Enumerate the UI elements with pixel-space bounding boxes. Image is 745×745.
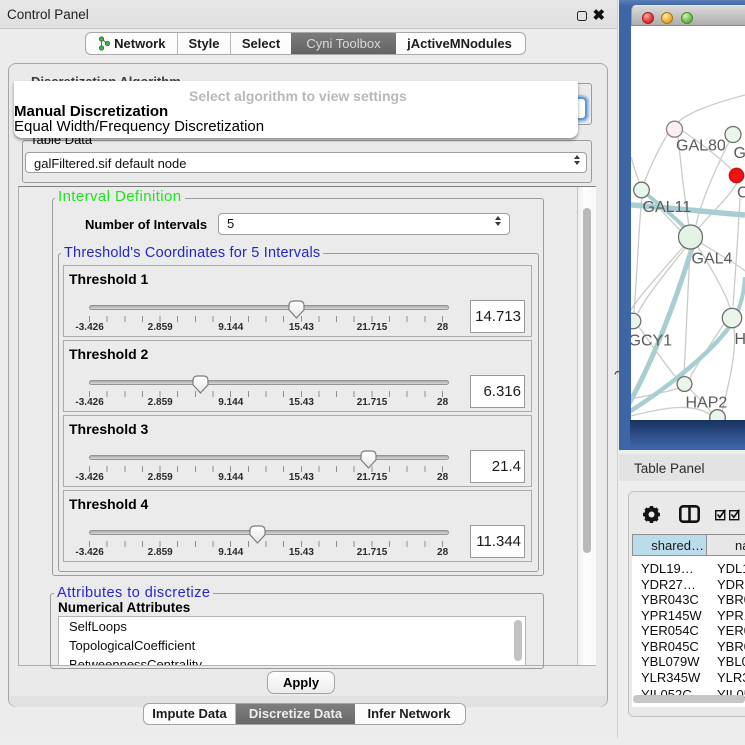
- svg-text:HAP2: HAP2: [686, 395, 728, 412]
- svg-text:GAL11: GAL11: [643, 199, 692, 216]
- svg-text:GA: GA: [734, 145, 745, 162]
- svg-text:GAL80: GAL80: [676, 138, 726, 155]
- svg-text:H: H: [735, 331, 745, 348]
- svg-text:GCY1: GCY1: [631, 333, 672, 350]
- svg-text:GAL4: GAL4: [692, 251, 733, 268]
- svg-text:CY: CY: [737, 185, 745, 202]
